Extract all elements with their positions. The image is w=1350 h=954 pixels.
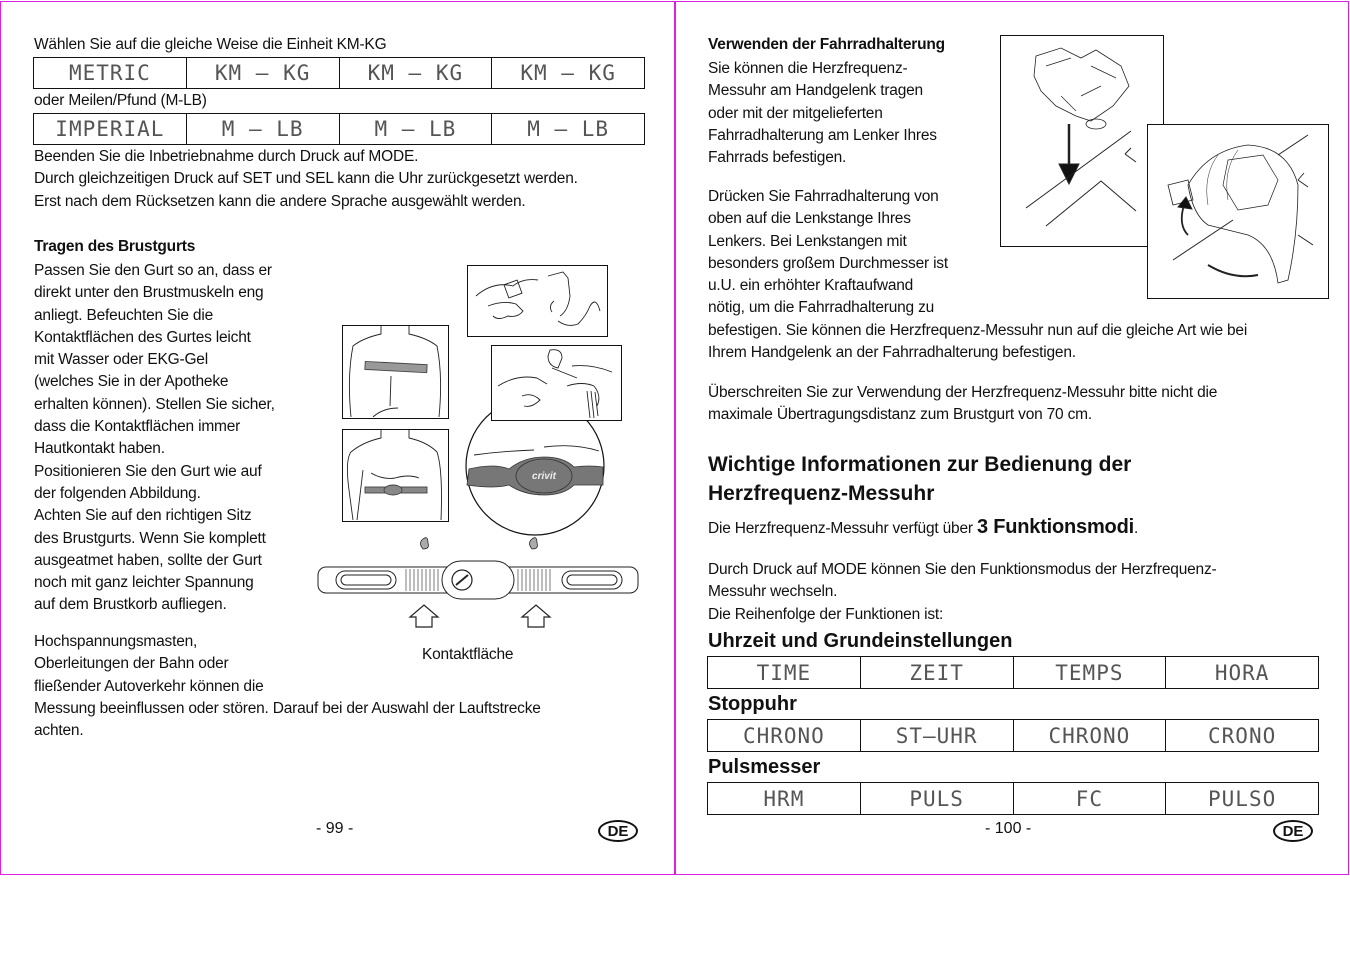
mode-title-stopwatch: Stoppuhr — [708, 693, 797, 715]
figure-hands-strap — [491, 345, 622, 421]
lcd-cell: PULS — [861, 783, 1014, 814]
text-line: maximale Übertragungsdistanz zum Brustgu… — [708, 406, 1092, 424]
lcd-cell: ZEIT — [861, 657, 1014, 688]
strap-heading: Tragen des Brustgurts — [34, 238, 196, 255]
mode-title-pulse: Pulsmesser — [708, 756, 821, 778]
lcd-cell: IMPERIAL — [34, 114, 187, 144]
text-line: Achten Sie auf den richtigen Sitz — [34, 507, 252, 525]
text-line: Durch gleichzeitigen Druck auf SET und S… — [34, 170, 578, 188]
text-line: direkt unter den Brustmuskeln eng — [34, 284, 264, 302]
text-line: Erst nach dem Rücksetzen kann die andere… — [34, 192, 526, 210]
lcd-cell: HORA — [1214, 660, 1270, 685]
text-line: auf dem Brustkorb aufliegen. — [34, 596, 227, 614]
text-line: ausgeatmet haben, sollte der Gurt — [34, 551, 262, 569]
text-line: achten. — [34, 722, 84, 740]
lcd-cell: M – LB — [527, 117, 610, 141]
lcd-cell: ST–UHR — [861, 720, 1014, 751]
lcd-cell: M – LB — [187, 114, 340, 144]
lcd-table-pulse: HRM PULS FC PULSO — [707, 782, 1319, 815]
text-line: Fahrradhalterung am Lenker Ihres — [708, 126, 937, 144]
figure-hands-clip — [467, 265, 608, 337]
arrow-up-icon — [520, 604, 552, 628]
text-line: Fahrrads befestigen. — [708, 149, 847, 167]
text-line: Positionieren Sie den Gurt wie auf — [34, 462, 262, 480]
figure-bike-mount-watch — [1147, 124, 1329, 299]
text-line: Messung beeinflussen oder stören. Darauf… — [34, 699, 541, 717]
lcd-cell: KM – KG — [187, 58, 340, 88]
arrow-up-icon — [408, 604, 440, 628]
text-line: Messuhr am Handgelenk tragen — [708, 82, 923, 100]
text-line: Kontaktflächen des Gurtes leicht — [34, 328, 251, 346]
paragraph-mode-sequence: Durch Druck auf MODE können Sie den Funk… — [708, 559, 1217, 626]
lcd-table-time: TIME ZEIT TEMPS HORA — [707, 656, 1319, 689]
bike-mount-heading: Verwenden der Fahrradhalterung — [708, 36, 945, 53]
figure-chest-strap-low — [342, 429, 449, 522]
paragraph-strap: Passen Sie den Gurt so an, dass er direk… — [34, 260, 275, 617]
modes-intro-text: Die Herzfrequenz-Messuhr verfügt über — [708, 520, 977, 537]
brand-label: crivit — [532, 471, 557, 482]
figure-caption: Kontaktfläche — [422, 646, 514, 663]
lcd-cell: METRIC — [34, 58, 187, 88]
text-line: Durch Druck auf MODE können Sie den Funk… — [708, 561, 1217, 578]
lcd-cell: CRONO — [1208, 723, 1277, 748]
mode-title-time: Uhrzeit und Grundeinstellungen — [708, 630, 1013, 652]
text-line: nötig, um die Fahrradhalterung zu — [708, 299, 935, 317]
text-line: Ihrem Handgelenk an der Fahrradhalterung… — [708, 344, 1076, 362]
text-line: Passen Sie den Gurt so an, dass er — [34, 262, 272, 279]
lcd-cell: FC — [1014, 783, 1167, 814]
figure-bike-mount-press — [1000, 35, 1164, 247]
lcd-cell: TEMPS — [1014, 657, 1167, 688]
lcd-cell: CHRONO — [708, 720, 861, 751]
text-line: Sie können die Herzfrequenz- — [708, 60, 908, 77]
language-badge: DE — [1273, 820, 1313, 842]
figure-chest-strap-high — [342, 325, 449, 419]
text-line: oder mit der mitgelieferten — [708, 104, 883, 122]
lcd-cell: M – LB — [340, 114, 493, 144]
modes-intro: Die Herzfrequenz-Messuhr verfügt über 3 … — [708, 516, 1138, 540]
paragraph-distance: Überschreiten Sie zur Verwendung der Her… — [708, 382, 1217, 427]
text-line: Messuhr wechseln. — [708, 583, 838, 601]
lcd-table-metric: METRIC KM – KG KM – KG KM – KG — [33, 57, 645, 89]
unit-mlb-intro: oder Meilen/Pfund (M-LB) — [34, 92, 207, 109]
page-number: - 100 - — [985, 820, 1032, 837]
text-line: Die Reihenfolge der Funktionen ist: — [708, 605, 944, 623]
lcd-cell: KM – KG — [340, 58, 493, 88]
text-line: des Brustgurts. Wenn Sie komplett — [34, 529, 266, 547]
figure-chest-strap-contacts — [317, 537, 639, 628]
text-line: erhalten können). Stellen Sie sicher, — [34, 395, 275, 413]
lcd-cell: KM – KG — [520, 61, 616, 85]
lcd-cell: PULSO — [1208, 786, 1277, 811]
text-line: befestigen. Sie können die Herzfrequenz-… — [708, 321, 1248, 339]
text-line: anliegt. Befeuchten Sie die — [34, 306, 214, 324]
text-line: (welches Sie in der Apotheke — [34, 373, 229, 391]
modes-count: 3 Funktionsmodi — [976, 516, 1134, 538]
text-line: noch mit ganz leichter Spannung — [34, 574, 254, 592]
text-line: der folgenden Abbildung. — [34, 484, 201, 502]
text-line: fließender Autoverkehr können die — [34, 677, 264, 695]
text-line: Beenden Sie die Inbetriebnahme durch Dru… — [34, 148, 419, 165]
paragraph-bike-1: Sie können die Herzfrequenz- Messuhr am … — [708, 58, 937, 169]
lcd-cell: HRM — [708, 783, 861, 814]
text-line: mit Wasser oder EKG-Gel — [34, 351, 208, 369]
modes-intro-end: . — [1133, 520, 1139, 537]
paragraph-finish: Beenden Sie die Inbetriebnahme durch Dru… — [34, 146, 578, 213]
page-number: - 99 - — [316, 820, 354, 837]
language-badge: DE — [598, 820, 638, 842]
section-title-line: Herzfrequenz-Messuhr — [708, 482, 935, 505]
unit-kmkg-intro: Wählen Sie auf die gleiche Weise die Ein… — [34, 36, 387, 53]
lcd-cell: CHRONO — [1014, 720, 1167, 751]
water-drop-icon — [529, 537, 538, 550]
section-title: Wichtige Informationen zur Bedienung der… — [708, 450, 1131, 508]
lcd-cell: TIME — [708, 657, 861, 688]
lcd-table-imperial: IMPERIAL M – LB M – LB M – LB — [33, 113, 645, 145]
text-line: Überschreiten Sie zur Verwendung der Her… — [708, 384, 1218, 401]
lcd-table-stopwatch: CHRONO ST–UHR CHRONO CRONO — [707, 719, 1319, 752]
section-title-line: Wichtige Informationen zur Bedienung der — [708, 453, 1132, 476]
text-line: dass die Kontaktflächen immer — [34, 418, 241, 436]
text-line: Hautkontakt haben. — [34, 440, 165, 458]
water-drop-icon — [420, 537, 429, 550]
